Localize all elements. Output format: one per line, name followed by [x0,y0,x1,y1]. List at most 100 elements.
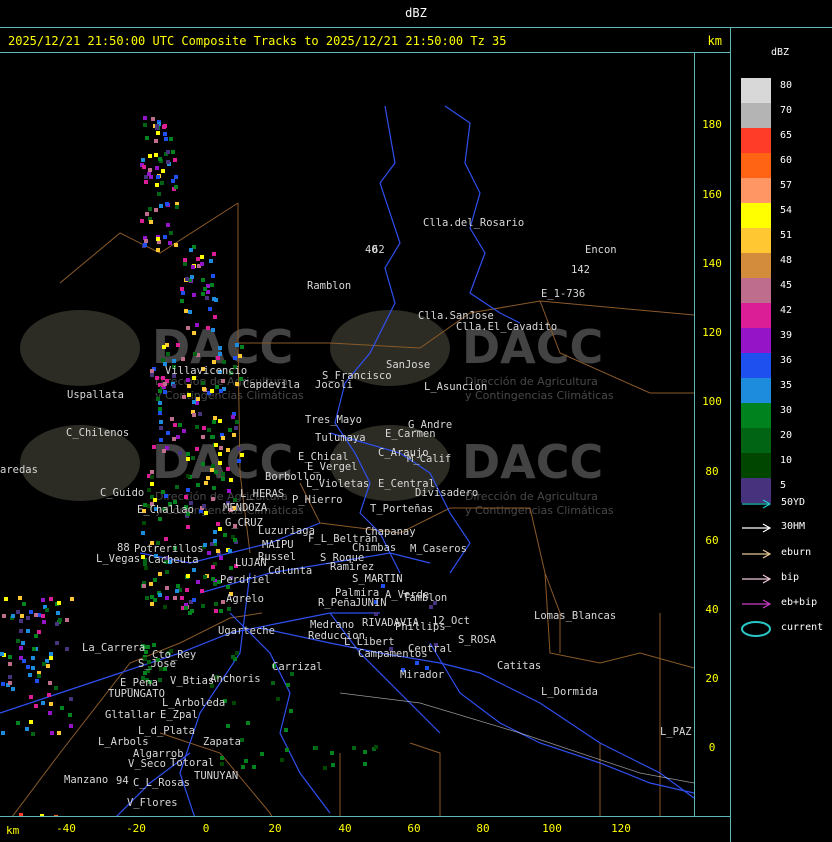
radar-echo [1,731,5,735]
place-label: 62 [372,244,385,256]
radar-echo [218,452,222,456]
radar-echo [244,759,248,763]
radar-echo [226,467,230,471]
radar-echo [164,494,168,498]
radar-echo [55,622,59,626]
radar-echo [161,490,165,494]
legend-swatch [741,128,771,153]
panel-divider [730,28,731,842]
radar-echo [201,278,205,282]
map-bottom-border [0,816,730,817]
radar-echo [213,416,217,420]
radar-echo [148,154,152,158]
radar-echo [213,315,217,319]
radar-echo [184,495,188,499]
radar-echo [159,420,163,424]
radar-echo [58,618,62,622]
x-tick-label: 60 [407,822,421,835]
radar-echo [185,588,189,592]
radar-map[interactable]: DACC Dirección de Agricultura y Contingenc… [0,53,694,816]
y-tick-label: 40 [705,603,719,616]
radar-echo [187,393,191,397]
legend-swatch [741,203,771,228]
radar-echo [2,614,6,618]
radar-echo [204,511,208,515]
radar-echo [8,662,12,666]
x-tick-label: 0 [202,822,210,835]
radar-echo [60,706,64,710]
radar-echo [161,358,165,362]
radar-echo [200,255,204,259]
radar-echo [163,605,167,609]
radar-echo [151,117,155,121]
radar-echo [163,382,167,386]
place-label: S_Jose [138,658,176,670]
radar-echo [1,682,5,686]
place-label: C_L_Rosas [133,777,190,789]
radar-echo [187,384,191,388]
radar-echo [238,354,242,358]
x-tick-label: 20 [268,822,282,835]
track-legend-item: eb+bip [741,597,831,611]
track-legend-label: current [781,622,824,633]
place-label: E_Zpal [160,709,198,721]
radar-echo [156,131,160,135]
place-label: Clla.El_Cavadito [456,321,557,333]
radar-echo [271,681,275,685]
y-tick-label: 20 [705,672,719,685]
radar-echo [191,456,195,460]
radar-echo [214,609,218,613]
radar-echo [226,724,230,728]
radar-echo [240,453,244,457]
storm-track [339,692,694,784]
y-tick-label: 160 [702,188,722,201]
radar-echo [163,390,167,394]
radar-echo [184,309,188,313]
radar-echo [227,489,231,493]
radar-echo [147,488,151,492]
legend-swatch [741,278,771,303]
radar-echo [212,360,216,364]
radar-echo [55,641,59,645]
radar-echo [22,602,26,606]
radar-echo [153,498,157,502]
place-label: L_Violetas [306,478,369,490]
radar-echo [429,605,433,609]
place-label: JUNIN [355,597,387,609]
radar-echo [164,537,168,541]
track-legend-label: eb+bip [781,597,818,608]
radar-echo [152,643,156,647]
place-label: Encon [585,244,617,256]
radar-echo [26,629,30,633]
radar-echo [46,664,50,668]
place-label: L_Vegas [96,553,140,565]
radar-echo [42,662,46,666]
radar-echo [146,645,150,649]
radar-echo [41,598,45,602]
radar-echo [184,606,188,610]
place-label: Clla.del_Rosario [423,217,524,229]
radar-echo [196,257,200,261]
legend-label: 42 [780,305,793,316]
place-label: E_1-736 [541,288,585,300]
radar-echo [201,292,205,296]
place-label: Central [408,643,452,655]
radar-echo [141,158,145,162]
radar-echo [284,728,288,732]
place-label: Ramblon [307,280,351,292]
radar-echo [192,598,196,602]
place-label: L_Libert [344,636,395,648]
svg-text:Dirección de Agricultura: Dirección de Agricultura [465,490,598,503]
radar-echo [145,212,149,216]
radar-echo [189,248,193,252]
radar-echo [156,248,160,252]
radar-echo [210,468,214,472]
legend-label: 57 [780,180,793,191]
radar-echo [65,647,69,651]
radar-echo [221,379,225,383]
radar-echo [150,369,154,373]
radar-echo [143,671,147,675]
radar-echo [142,165,146,169]
radar-echo [200,262,204,266]
radar-echo [186,525,190,529]
